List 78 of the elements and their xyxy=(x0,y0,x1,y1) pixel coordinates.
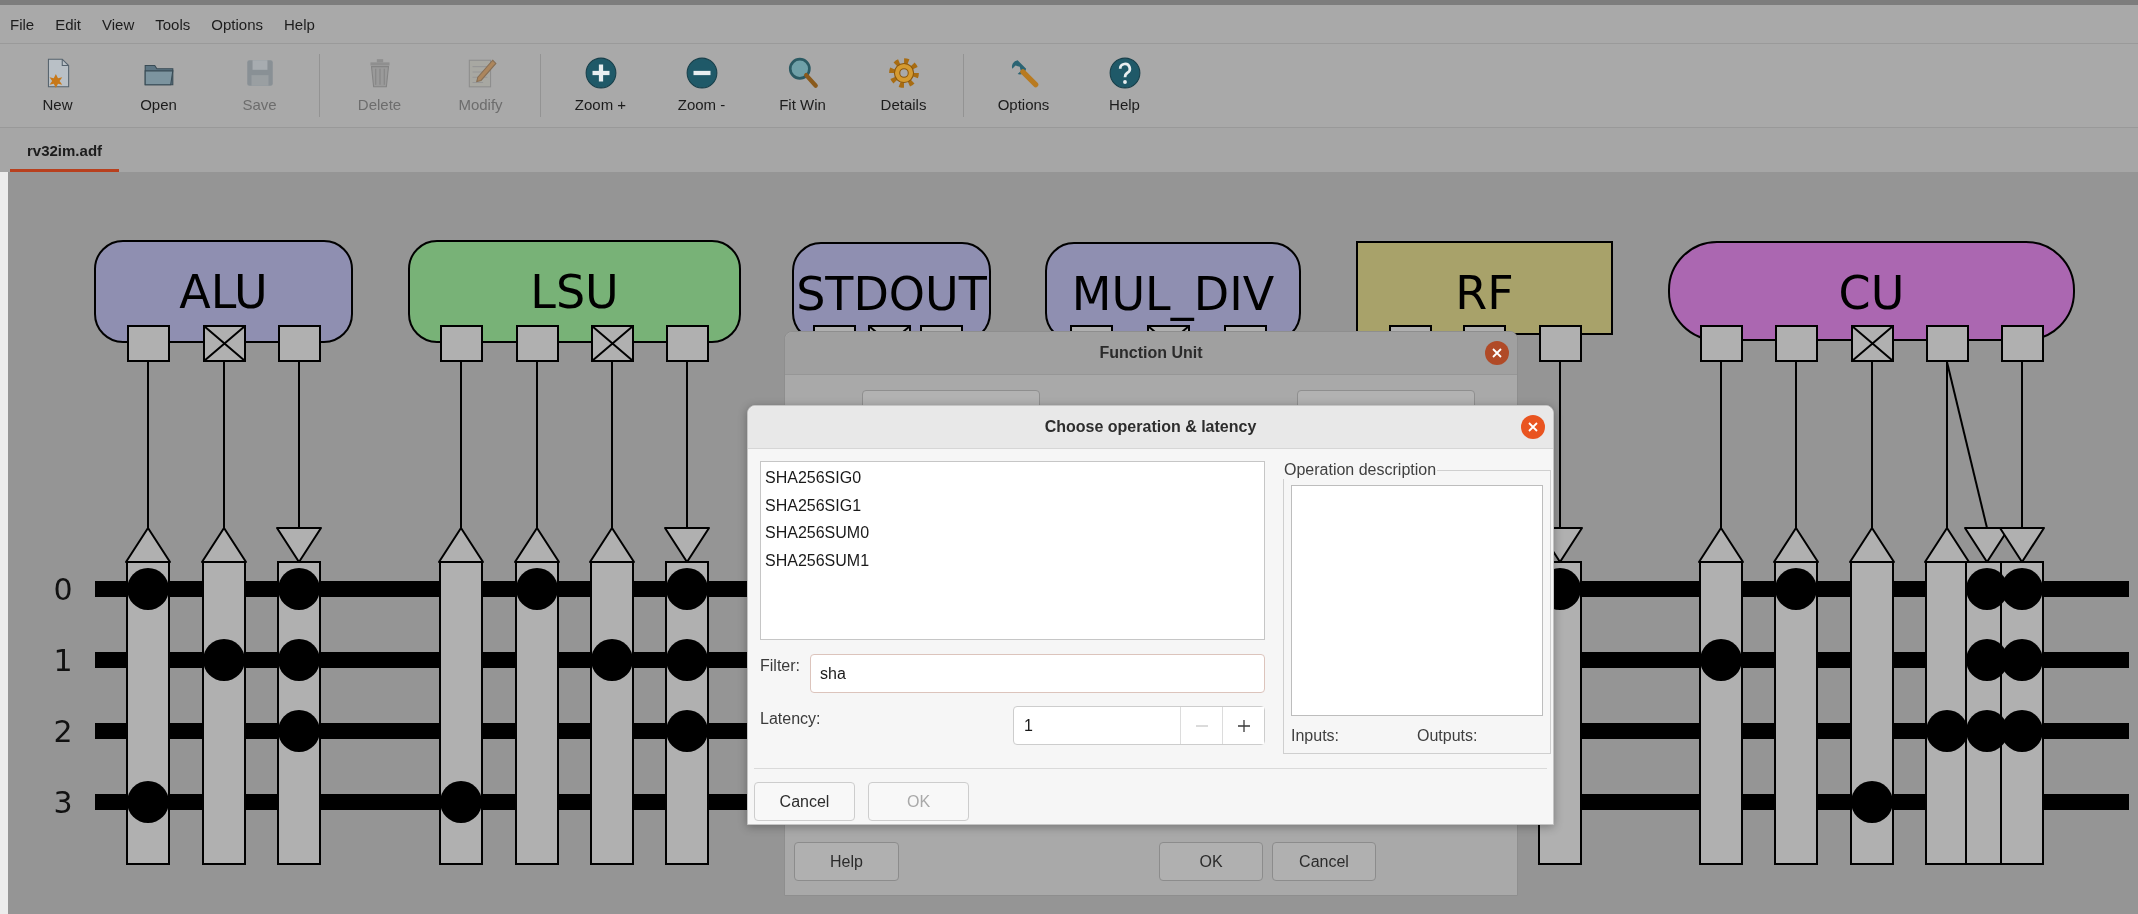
toolbar-button[interactable]: Open xyxy=(108,44,209,127)
list-item[interactable]: SHA256SUM1 xyxy=(761,546,1264,574)
menu-item[interactable]: View xyxy=(102,15,135,33)
toolbar-button[interactable]: Zoom + xyxy=(550,44,651,127)
port-square xyxy=(127,325,170,362)
socket-arrow xyxy=(125,527,171,563)
field-label: Filter: xyxy=(760,656,801,676)
menu-item[interactable]: Tools xyxy=(155,15,191,33)
dialog-button[interactable]: Cancel xyxy=(1272,842,1376,881)
spinbox-value: 1 xyxy=(1023,716,1034,736)
field-label: Latency: xyxy=(760,709,821,729)
menu-item[interactable]: Options xyxy=(211,15,263,33)
menu-item[interactable]: Edit xyxy=(55,15,82,33)
socket-arrow xyxy=(1999,527,2045,563)
socket-arrow xyxy=(276,527,322,563)
close-button[interactable] xyxy=(1485,341,1509,365)
toolbar-button[interactable]: Details xyxy=(853,44,954,127)
close-icon xyxy=(1492,348,1502,358)
help-icon xyxy=(1107,56,1142,90)
outputs-label: Outputs: xyxy=(1417,727,1479,745)
unit-label: LSU xyxy=(530,265,619,319)
unit-label: CU xyxy=(1838,266,1905,320)
menu-item[interactable]: File xyxy=(10,15,35,33)
bus-label: 3 xyxy=(53,785,73,820)
socket-arrow xyxy=(589,527,635,563)
port-square xyxy=(440,325,483,362)
unit-label: ALU xyxy=(179,265,268,319)
menu-item[interactable]: Help xyxy=(284,15,315,33)
crossed-port xyxy=(203,325,246,362)
plus-icon xyxy=(1236,718,1251,733)
unit-label: MUL_DIV xyxy=(1071,267,1275,321)
unit-label: RF xyxy=(1455,266,1514,320)
toolbar-button[interactable]: Zoom - xyxy=(651,44,752,127)
socket-arrow xyxy=(664,527,710,563)
socket-arrow xyxy=(514,527,560,563)
port-square xyxy=(516,325,559,362)
toolbar-button[interactable]: Help xyxy=(1074,44,1175,127)
toolbar-button[interactable]: Options xyxy=(973,44,1074,127)
zoom-in-icon xyxy=(583,56,618,90)
zoom-out-icon xyxy=(684,56,719,90)
filter-field[interactable]: sha xyxy=(810,654,1265,693)
list-item[interactable]: SHA256SUM0 xyxy=(761,519,1264,547)
port-square xyxy=(666,325,709,362)
port-square xyxy=(1539,325,1582,362)
toolbar-button[interactable]: New xyxy=(7,44,108,127)
list-item[interactable]: SHA256SIG0 xyxy=(761,464,1264,492)
latency-spinbox[interactable]: 1 xyxy=(1013,706,1265,745)
group-title: Operation description xyxy=(1283,461,1438,479)
bus-label: 2 xyxy=(53,714,73,749)
port-square xyxy=(1700,325,1743,362)
unit-label: STDOUT xyxy=(796,267,987,321)
port-square xyxy=(2001,325,2044,362)
gear-icon xyxy=(886,56,921,90)
minus-icon xyxy=(1194,724,1209,727)
close-button[interactable] xyxy=(1521,415,1545,439)
port-square xyxy=(1926,325,1969,362)
socket-arrow xyxy=(1924,527,1970,563)
bus-label: 1 xyxy=(53,643,73,678)
socket-arrow xyxy=(438,527,484,563)
dialog-button[interactable]: Cancel xyxy=(754,782,855,821)
crossed-port xyxy=(591,325,634,362)
close-icon xyxy=(1528,422,1538,432)
increment-button[interactable] xyxy=(1222,707,1264,744)
dialog-button[interactable]: Help xyxy=(794,842,899,881)
dialog-button[interactable]: OK xyxy=(1159,842,1263,881)
inputs-label: Inputs: xyxy=(1291,727,1341,745)
list-item[interactable]: SHA256SIG1 xyxy=(761,491,1264,519)
socket-arrow xyxy=(1849,527,1895,563)
socket-arrow xyxy=(1698,527,1744,563)
toolbar-button[interactable]: Fit Win xyxy=(752,44,853,127)
port-square xyxy=(1775,325,1818,362)
socket-arrow xyxy=(1773,527,1819,563)
socket-arrow xyxy=(201,527,247,563)
dialog-title: Function Unit xyxy=(1099,344,1203,362)
port-square xyxy=(278,325,321,362)
crossed-port xyxy=(1851,325,1894,362)
dialog-title: Choose operation & latency xyxy=(1044,418,1257,436)
bus-label: 0 xyxy=(53,572,73,607)
